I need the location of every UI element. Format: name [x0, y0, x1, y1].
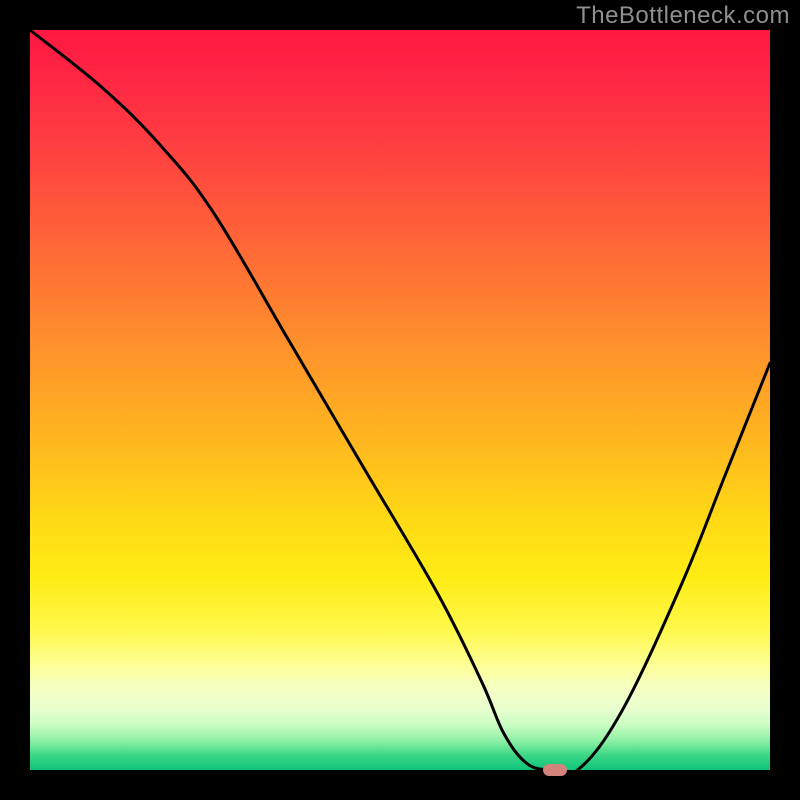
- curve-path: [30, 30, 770, 775]
- bottleneck-curve: [30, 30, 770, 770]
- chart-frame: TheBottleneck.com: [0, 0, 800, 800]
- watermark-text: TheBottleneck.com: [576, 2, 790, 30]
- optimal-point-marker: [543, 764, 567, 776]
